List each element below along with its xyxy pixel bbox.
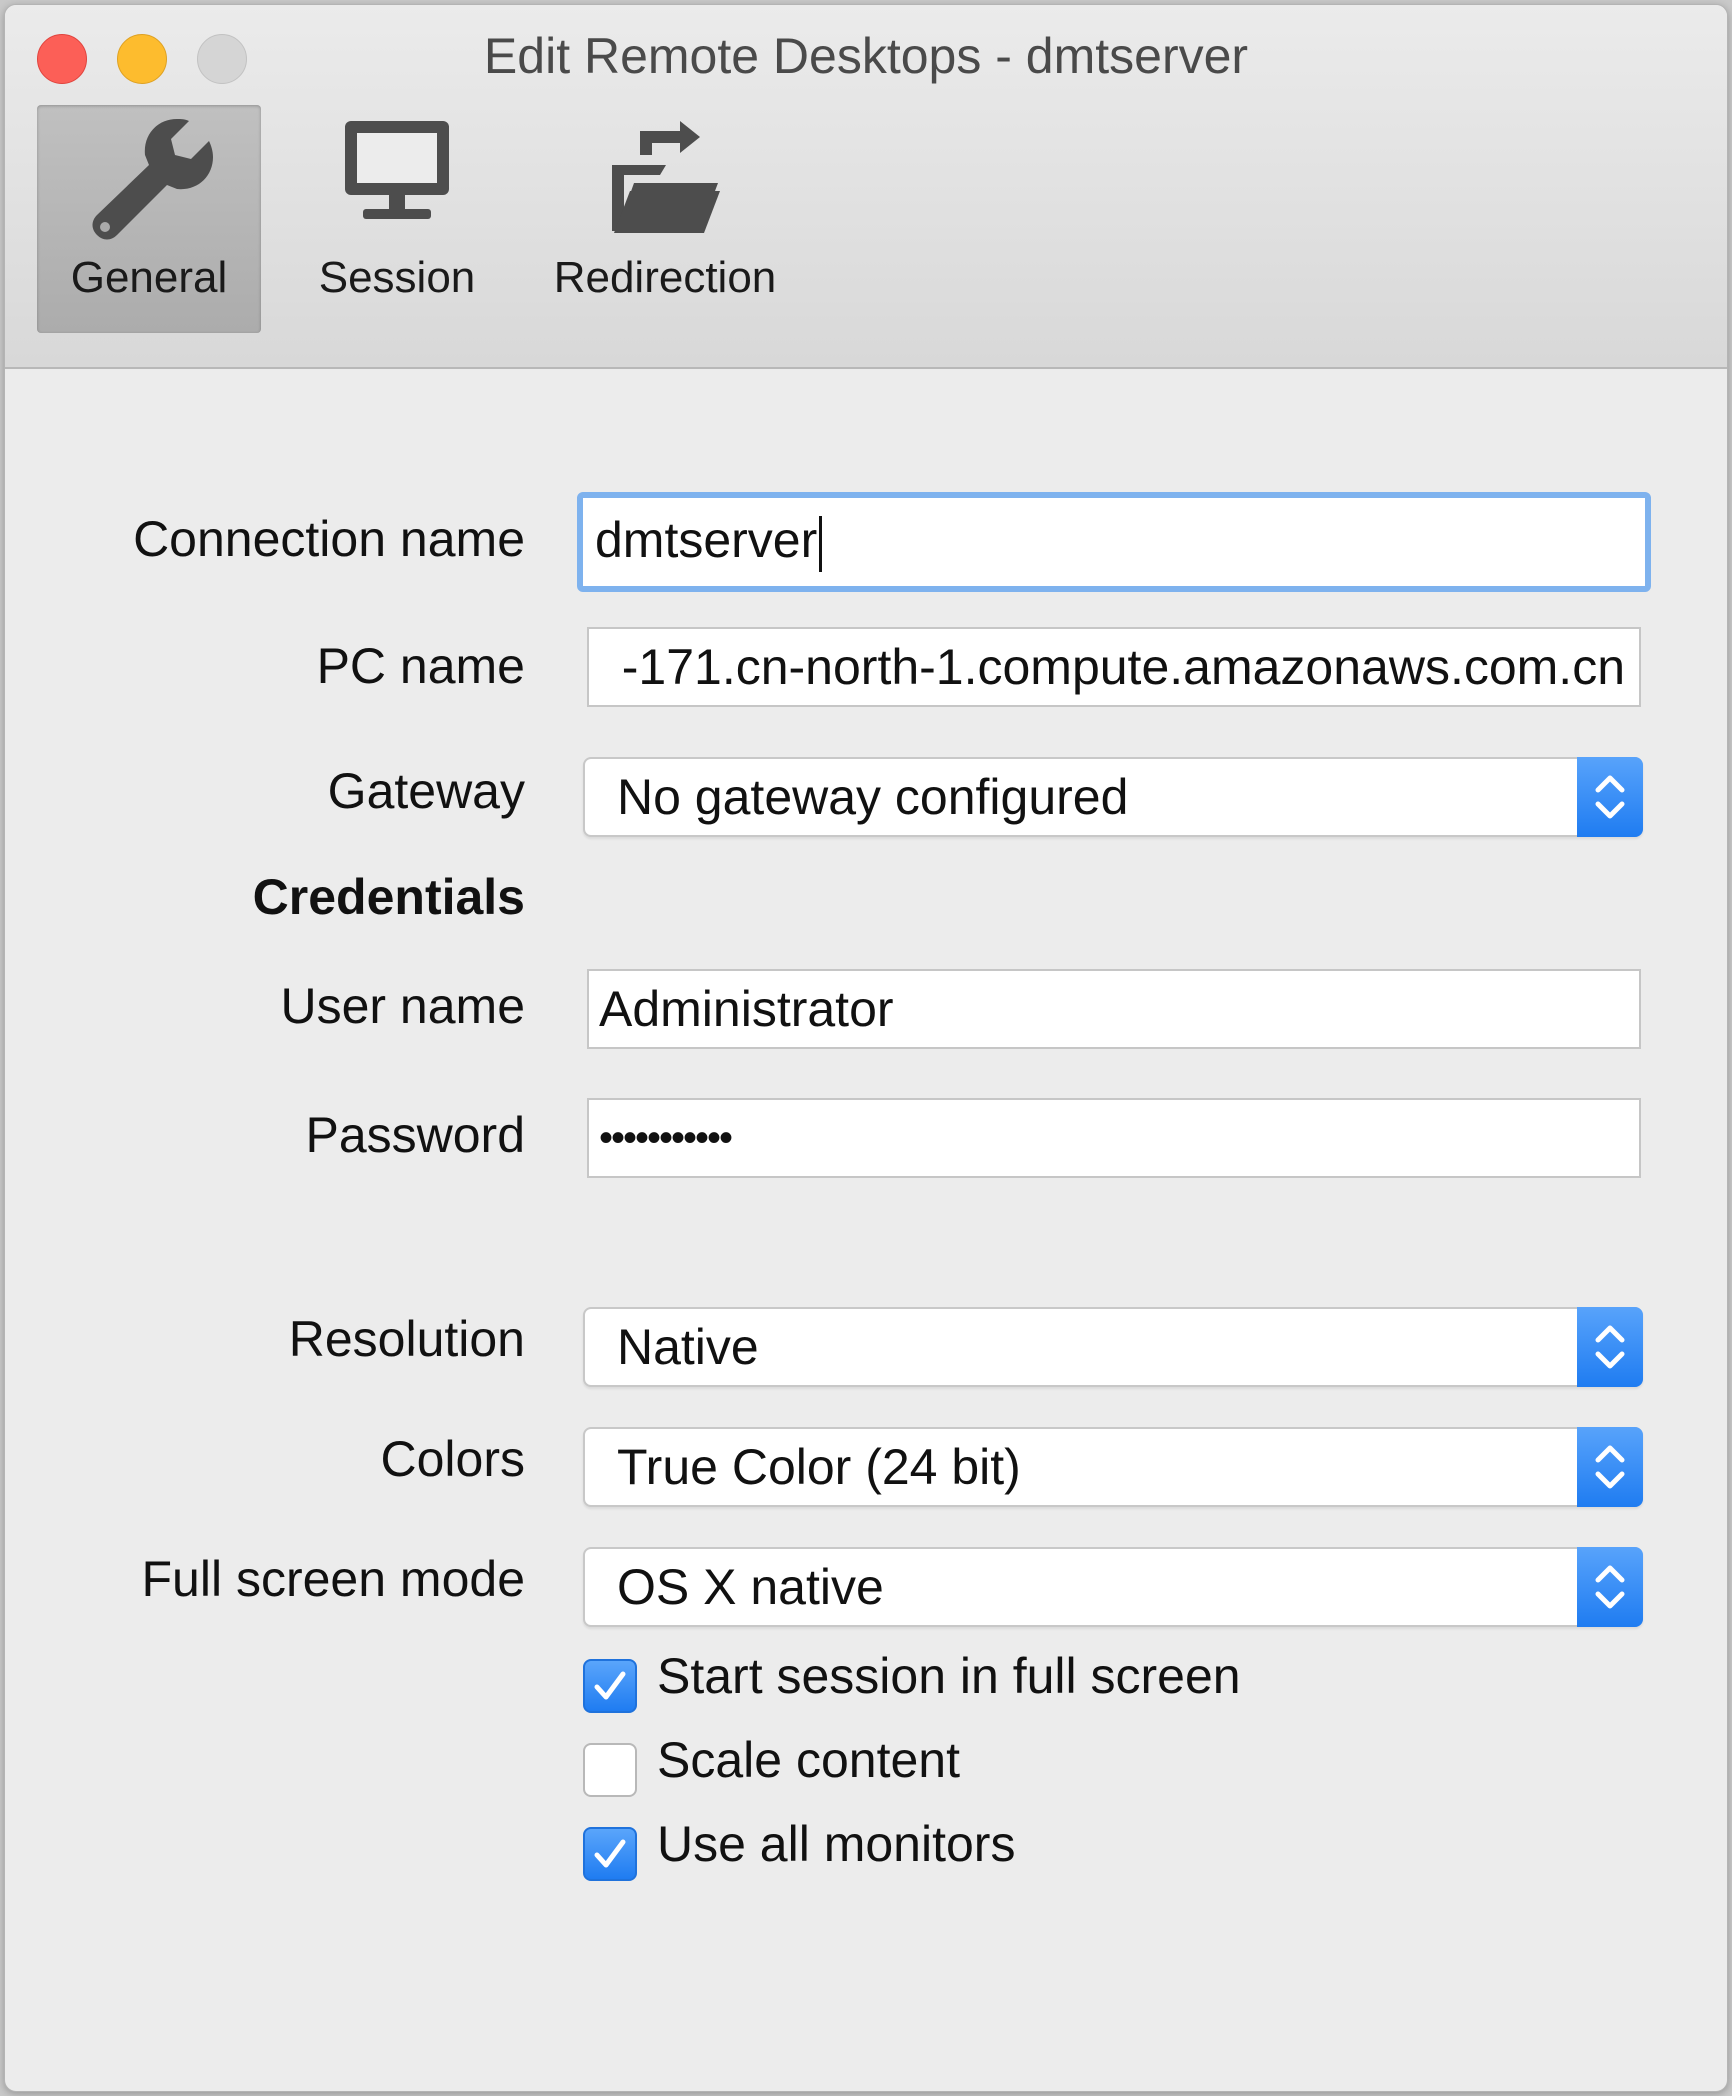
tab-session[interactable]: Session bbox=[295, 105, 499, 333]
gateway-select[interactable]: No gateway configured bbox=[583, 757, 1643, 837]
user-name-field[interactable]: Administrator bbox=[587, 969, 1641, 1049]
folder-redirect-icon bbox=[600, 111, 730, 252]
gateway-label: Gateway bbox=[327, 763, 525, 819]
tab-redirection[interactable]: Redirection bbox=[545, 105, 785, 333]
tab-redirection-label: Redirection bbox=[553, 253, 777, 302]
password-field[interactable]: ••••••••••• bbox=[587, 1098, 1641, 1178]
connection-name-field[interactable]: dmtserver bbox=[577, 492, 1651, 592]
use-all-monitors-label: Use all monitors bbox=[657, 1816, 1016, 1872]
text-caret bbox=[819, 515, 823, 572]
scale-content-label: Scale content bbox=[657, 1732, 960, 1788]
tab-general[interactable]: General bbox=[37, 105, 261, 333]
checkmark-icon bbox=[594, 1839, 626, 1868]
resolution-value: Native bbox=[617, 1319, 759, 1375]
colors-label: Colors bbox=[380, 1431, 525, 1487]
pc-name-label: PC name bbox=[316, 638, 525, 694]
monitor-icon bbox=[337, 111, 457, 242]
full-screen-mode-select[interactable]: OS X native bbox=[583, 1547, 1643, 1627]
password-label: Password bbox=[305, 1107, 525, 1163]
full-screen-mode-label: Full screen mode bbox=[141, 1551, 526, 1607]
colors-select[interactable]: True Color (24 bit) bbox=[583, 1427, 1643, 1507]
user-name-label: User name bbox=[280, 978, 525, 1034]
checkmark-icon bbox=[594, 1671, 626, 1700]
wrench-icon bbox=[79, 111, 219, 252]
edit-remote-desktops-window: Edit Remote Desktops - dmtserver General bbox=[4, 4, 1728, 2092]
start-full-screen-label: Start session in full screen bbox=[657, 1648, 1241, 1704]
tab-general-label: General bbox=[70, 253, 228, 302]
use-all-monitors-checkbox[interactable] bbox=[583, 1827, 637, 1881]
chevron-updown-icon bbox=[1577, 1307, 1643, 1387]
credentials-heading: Credentials bbox=[252, 869, 525, 925]
resolution-label: Resolution bbox=[288, 1311, 525, 1367]
connection-name-label: Connection name bbox=[133, 511, 525, 567]
chevron-updown-icon bbox=[1577, 1547, 1643, 1627]
titlebar-toolbar: Edit Remote Desktops - dmtserver General bbox=[5, 5, 1727, 369]
chevron-updown-icon bbox=[1577, 1427, 1643, 1507]
pc-name-field[interactable]: -171.cn-north-1.compute.amazonaws.com.cn bbox=[587, 627, 1641, 707]
start-full-screen-checkbox[interactable] bbox=[583, 1659, 637, 1713]
chevron-updown-icon bbox=[1577, 757, 1643, 837]
full-screen-mode-value: OS X native bbox=[617, 1559, 884, 1615]
colors-value: True Color (24 bit) bbox=[617, 1439, 1021, 1495]
gateway-value: No gateway configured bbox=[617, 769, 1129, 825]
connection-name-value: dmtserver bbox=[595, 512, 818, 568]
window-title: Edit Remote Desktops - dmtserver bbox=[483, 28, 1249, 84]
tab-session-label: Session bbox=[318, 253, 476, 302]
resolution-select[interactable]: Native bbox=[583, 1307, 1643, 1387]
scale-content-checkbox[interactable] bbox=[583, 1743, 637, 1797]
